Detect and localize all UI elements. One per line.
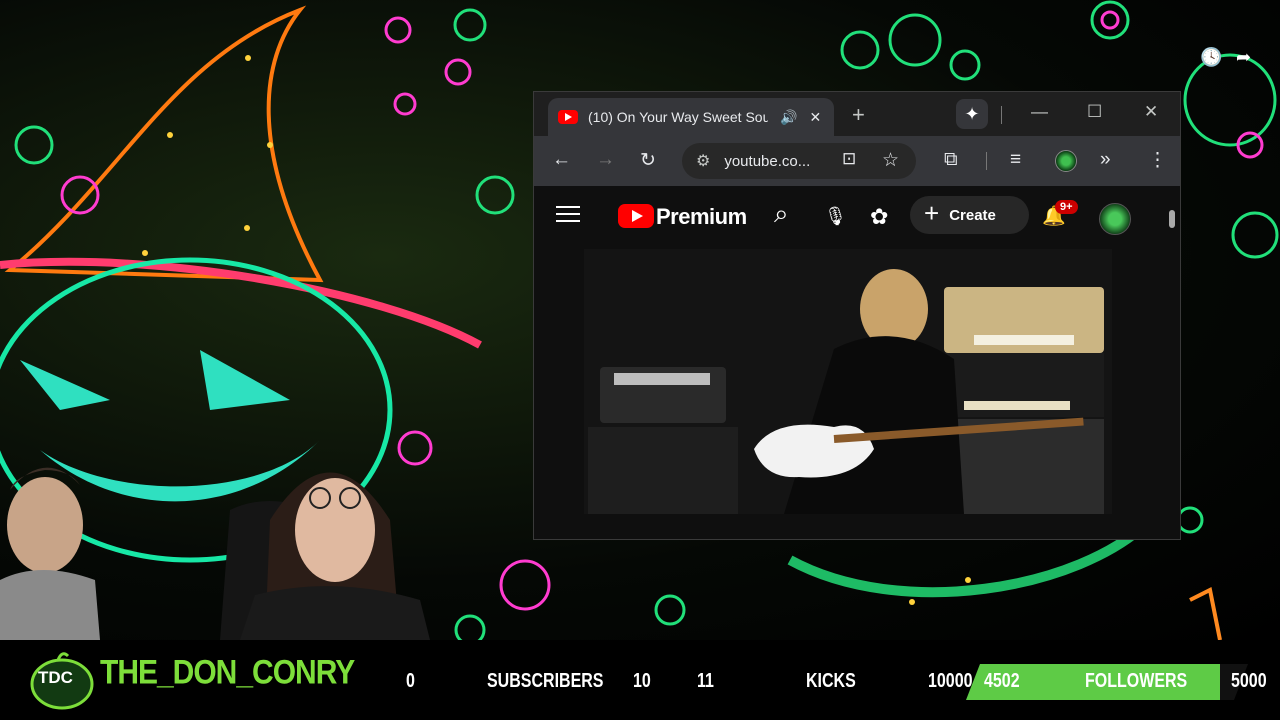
divider [1001, 106, 1002, 124]
microphone-icon[interactable]: 🎙 [824, 206, 847, 227]
profile-avatar[interactable] [1055, 150, 1077, 172]
notification-badge: 9+ [1055, 200, 1078, 214]
webcam-image [0, 467, 430, 640]
share-icon[interactable]: ➦ [1236, 47, 1251, 68]
subscribers-current: 0 [406, 670, 415, 692]
close-window-button[interactable]: ✕ [1144, 102, 1158, 122]
youtube-favicon-icon [558, 110, 578, 124]
tab-youtube[interactable]: (10) On Your Way Sweet Sou 🔊 ✕ [548, 98, 834, 136]
extensions-icon[interactable]: ⧉ [944, 149, 958, 171]
stream-overlay-bar: TDC THE_DON_CONRY 0 SUBSCRIBERS 10 11 KI… [0, 640, 1280, 720]
clock-icon[interactable]: 🕓 [1200, 47, 1222, 68]
reload-button[interactable]: ↻ [640, 149, 656, 172]
channel-name: THE_DON_CONRY [100, 653, 355, 692]
tab-title: (10) On Your Way Sweet Sou [588, 109, 768, 125]
subscribers-label: SUBSCRIBERS [487, 670, 604, 692]
kicks-label: KICKS [806, 670, 856, 692]
kicks-current: 11 [697, 670, 714, 692]
youtube-avatar[interactable] [1099, 203, 1131, 235]
speaker-icon[interactable]: 🔊 [780, 109, 797, 126]
new-tab-button[interactable]: + [852, 102, 865, 128]
tab-strip: (10) On Your Way Sweet Sou 🔊 ✕ + ✦ — ☐ ✕ [534, 92, 1180, 136]
back-button[interactable]: ← [552, 149, 571, 171]
create-button[interactable]: + Create [910, 196, 1029, 234]
tab-close-icon[interactable]: ✕ [809, 109, 821, 126]
youtube-premium-logo[interactable]: Premium [656, 204, 747, 230]
minimize-button[interactable]: — [1031, 102, 1048, 122]
video-player[interactable] [584, 249, 1112, 514]
bookmark-star-icon[interactable]: ☆ [882, 149, 899, 172]
browser-window: (10) On Your Way Sweet Sou 🔊 ✕ + ✦ — ☐ ✕… [533, 91, 1181, 540]
url-text: youtube.co... [724, 152, 811, 170]
scrollbar-thumb[interactable] [1169, 210, 1175, 228]
forward-button[interactable]: → [596, 149, 615, 171]
gemini-icon[interactable]: ✦ [956, 99, 988, 129]
subscribers-goal: 10 [633, 670, 651, 692]
more-tools-icon[interactable]: » [1100, 149, 1111, 171]
divider [986, 152, 987, 170]
youtube-logo-icon[interactable] [618, 204, 654, 228]
plus-icon: + [924, 198, 940, 228]
browser-toolbar: ← → ↻ ⚙ youtube.co... ⊡ ☆ ⧉ ≡ » ⋮ [534, 136, 1180, 186]
followers-label: FOLLOWERS [1085, 670, 1188, 692]
kicks-goal: 10000 [928, 670, 973, 692]
youtube-header: Premium ⌕ 🎙 ✿ + Create 🔔 9+ [534, 186, 1180, 246]
search-icon[interactable]: ⌕ [774, 198, 789, 230]
ai-assistant-icon[interactable]: ✿ [870, 204, 888, 230]
site-info-icon[interactable]: ⚙ [696, 151, 710, 171]
webcam-feed [0, 450, 435, 640]
logo-text: TDC [38, 668, 73, 687]
browser-menu-icon[interactable]: ⋮ [1148, 149, 1167, 172]
video-frame-guitarist [584, 249, 1112, 514]
maximize-button[interactable]: ☐ [1087, 102, 1102, 122]
followers-current: 4502 [984, 670, 1020, 692]
followers-goal: 5000 [1231, 670, 1267, 692]
create-label: Create [949, 206, 996, 224]
address-bar[interactable]: ⚙ youtube.co... [682, 143, 916, 179]
scrollbar[interactable] [1166, 190, 1178, 538]
media-control-icon[interactable]: ≡ [1010, 149, 1021, 171]
hamburger-menu-icon[interactable] [556, 206, 580, 227]
install-icon[interactable]: ⊡ [842, 149, 856, 169]
